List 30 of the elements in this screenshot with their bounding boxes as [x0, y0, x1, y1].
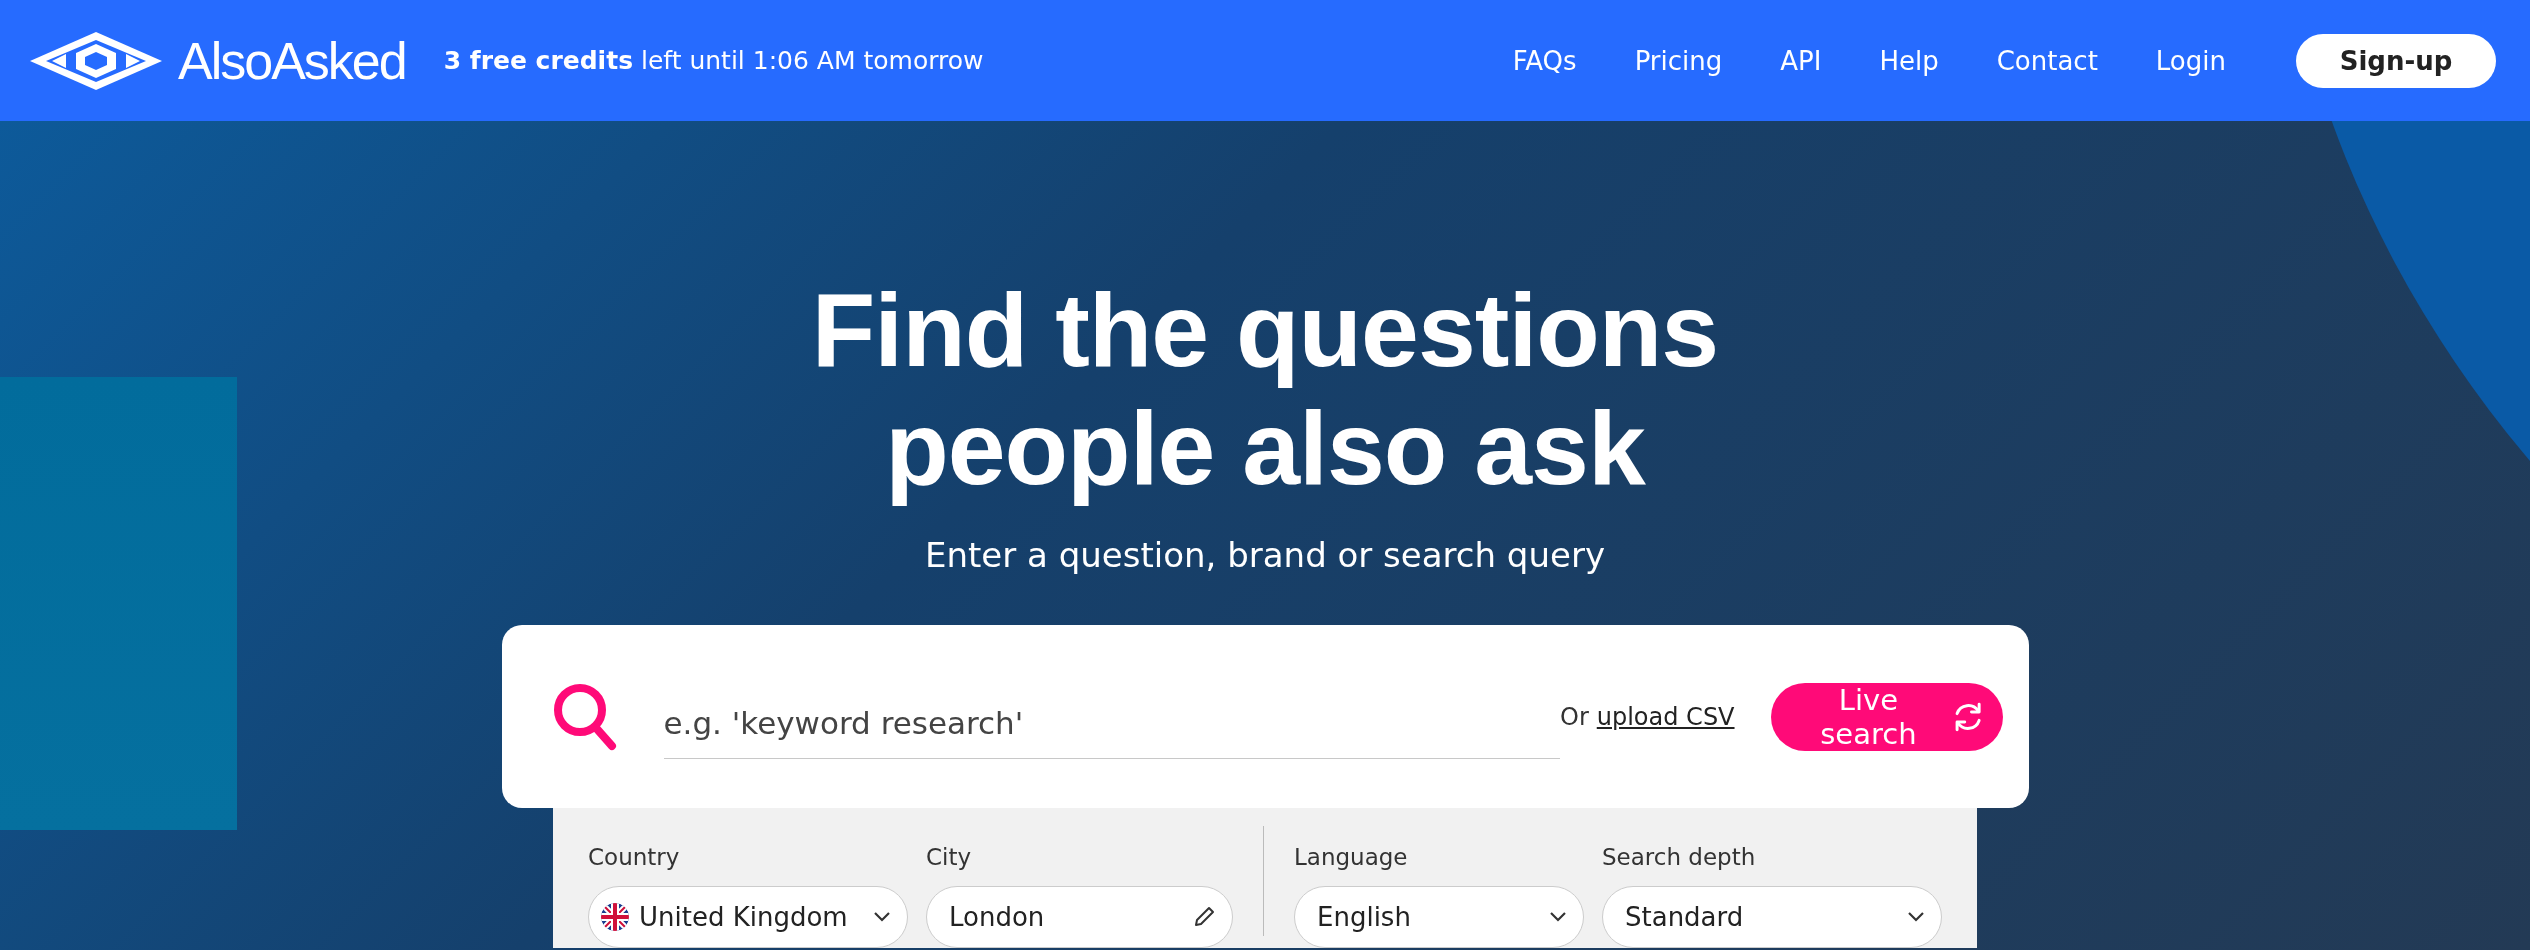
nav-link[interactable]: Login — [2155, 45, 2226, 76]
chevron-down-icon — [873, 911, 891, 923]
nav-link[interactable]: Pricing — [1634, 45, 1723, 76]
field-label: City — [926, 844, 973, 870]
dropdown[interactable]: English — [1294, 886, 1584, 948]
search-icon — [551, 681, 618, 752]
upload-csv-link[interactable]: upload CSV — [1596, 702, 1735, 731]
live-search-button[interactable]: Live search — [1770, 682, 2003, 751]
chevron-down-icon — [1549, 911, 1567, 923]
city-field[interactable]: London — [926, 886, 1233, 948]
nav-link[interactable]: API — [1780, 45, 1822, 76]
field-label: Search depth — [1602, 844, 1757, 870]
nav-link[interactable]: Contact — [1996, 45, 2098, 76]
subtitle: Enter a question, brand or search query — [924, 535, 1605, 575]
nav-link[interactable]: FAQs — [1512, 45, 1577, 76]
dropdown[interactable]: United Kingdom — [588, 886, 908, 948]
logo-wordmark[interactable]: AlsoAsked — [178, 30, 406, 91]
sign-up-button[interactable]: Sign-up — [2296, 33, 2496, 88]
or-text: Or — [1560, 702, 1589, 731]
pencil-icon — [1192, 905, 1216, 929]
headline: people also ask — [884, 389, 1647, 507]
dropdown[interactable]: Standard — [1602, 886, 1942, 948]
chevron-down-icon — [1907, 911, 1925, 923]
field-label: Language — [1294, 844, 1409, 870]
nav-link[interactable]: Help — [1879, 45, 1939, 76]
logo-icon[interactable] — [30, 31, 162, 90]
credits-notice: 3 free credits left until 1:06 AM tomorrow — [443, 46, 984, 75]
field-label: Country — [588, 844, 681, 870]
headline: Find the questions — [811, 271, 1719, 389]
flag-icon — [601, 903, 629, 931]
